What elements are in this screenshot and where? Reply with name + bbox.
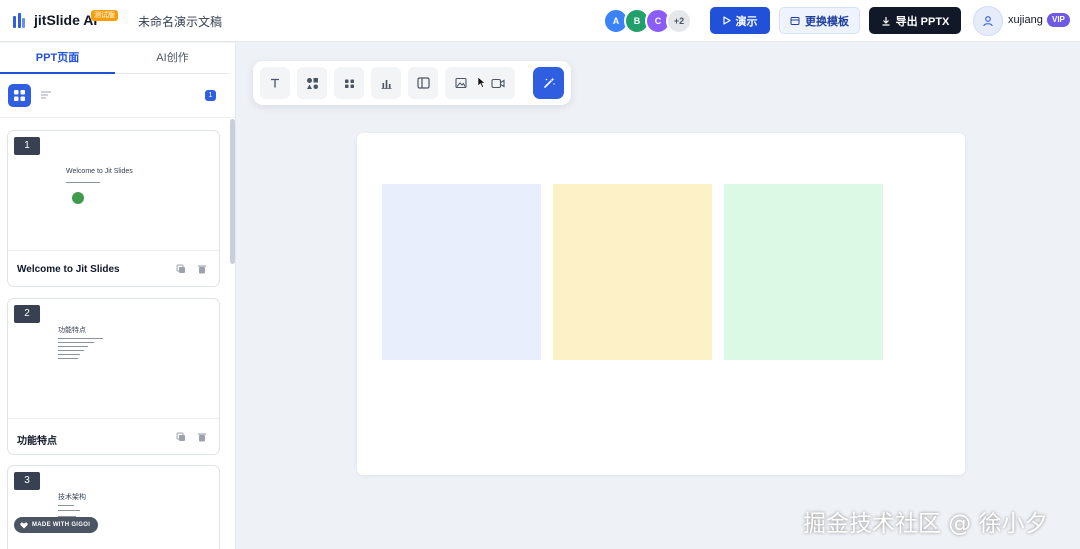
slide-preview-line <box>58 358 78 359</box>
sidebar-scrollbar[interactable] <box>230 119 235 264</box>
trash-icon[interactable] <box>197 432 207 442</box>
slide-card-footer: 功能特点 <box>8 418 219 454</box>
tab-ppt-pages[interactable]: PPT页面 <box>0 43 115 74</box>
export-label: 导出 PPTX <box>895 15 950 28</box>
slide-number: 3 <box>14 472 40 490</box>
template-label: 更换模板 <box>805 15 849 28</box>
present-label: 演示 <box>735 15 758 28</box>
slide-preview-line <box>58 505 74 506</box>
media-tool-group <box>445 67 515 99</box>
slide-card[interactable]: 1 Welcome to Jit Slides Welcome to Jit S… <box>7 130 220 287</box>
slide-preview-line <box>58 346 88 347</box>
sidebar-divider <box>0 117 235 118</box>
vip-badge: VIP <box>1047 13 1070 27</box>
slide-preview-heading: 功能特点 <box>58 327 86 334</box>
slide-canvas[interactable] <box>357 133 965 475</box>
copy-icon[interactable] <box>176 432 186 442</box>
copy-icon[interactable] <box>176 264 186 274</box>
content-box[interactable] <box>724 184 883 360</box>
list-view-button[interactable] <box>38 87 54 103</box>
grid-icon <box>14 90 25 101</box>
app-name: jitSlide AI <box>34 12 98 28</box>
shapes-icon <box>306 77 318 89</box>
text-icon <box>271 78 279 88</box>
beta-badge: 测试版 <box>91 10 118 21</box>
user-icon <box>983 16 993 27</box>
image-icon[interactable] <box>455 77 467 89</box>
chart-tool-button[interactable] <box>371 67 401 99</box>
present-button[interactable]: 演示 <box>710 7 770 34</box>
slide-preview-line <box>58 350 84 351</box>
slide-card[interactable]: 3 技术架构 <box>7 465 220 549</box>
text-tool-button[interactable] <box>260 67 290 99</box>
app-logo-icon[interactable] <box>12 12 26 30</box>
play-icon <box>722 16 731 25</box>
slide-title: Welcome to Jit Slides <box>17 264 120 275</box>
slide-number: 2 <box>14 305 40 323</box>
slide-number: 1 <box>14 137 40 155</box>
slide-card[interactable]: 2 功能特点 功能特点 <box>7 298 220 455</box>
ai-magic-button[interactable] <box>533 67 564 99</box>
grid-view-button[interactable] <box>8 84 31 107</box>
template-icon <box>790 16 800 25</box>
mouse-cursor-icon <box>477 76 486 88</box>
watermark: 掘金技术社区 @ 徐小夕 <box>803 511 1048 537</box>
chart-icon <box>381 79 391 89</box>
slides-sidebar: PPT页面 AI创作 1 1 Welcome to Jit Slides Wel… <box>0 43 236 549</box>
video-icon[interactable] <box>491 78 505 89</box>
magic-wand-icon <box>543 77 555 88</box>
heart-logo-icon <box>20 521 28 528</box>
document-title[interactable]: 未命名演示文稿 <box>138 13 222 30</box>
slide-preview-line <box>58 354 80 355</box>
content-box[interactable] <box>553 184 712 360</box>
slide-preview-line <box>58 342 94 343</box>
made-with-badge[interactable]: MADE WITH GIGOI <box>14 517 99 533</box>
slide-preview-line <box>66 182 100 183</box>
slide-title: 功能特点 <box>17 436 57 447</box>
top-header: jitSlide AI 测试版 未命名演示文稿 A B C +2 演示 更换模板… <box>0 0 1080 42</box>
content-box[interactable] <box>382 184 541 360</box>
trash-icon[interactable] <box>197 264 207 274</box>
slide-preview-heading: 技术架构 <box>58 494 86 501</box>
layout-tool-button[interactable] <box>408 67 438 99</box>
shapes-tool-button[interactable] <box>297 67 327 99</box>
more-collaborators-badge[interactable]: +2 <box>666 8 692 34</box>
username[interactable]: xujiang <box>1008 14 1043 26</box>
components-icon <box>344 79 354 88</box>
slide-preview-line <box>58 338 103 339</box>
layout-icon <box>416 77 430 89</box>
tab-ai-create[interactable]: AI创作 <box>115 43 230 74</box>
change-template-button[interactable]: 更换模板 <box>779 7 860 34</box>
slide-preview-dot <box>72 192 84 204</box>
user-avatar[interactable] <box>973 6 1003 36</box>
slide-preview-line <box>58 510 80 511</box>
slide-preview-heading: Welcome to Jit Slides <box>66 168 133 175</box>
list-icon <box>41 91 51 99</box>
insert-toolbar <box>253 61 571 105</box>
components-tool-button[interactable] <box>334 67 364 99</box>
download-icon <box>882 16 890 26</box>
export-pptx-button[interactable]: 导出 PPTX <box>869 7 961 34</box>
slide-count-badge: 1 <box>205 90 216 101</box>
made-with-label: MADE WITH GIGOI <box>32 522 91 528</box>
slide-card-footer: Welcome to Jit Slides <box>8 250 219 286</box>
